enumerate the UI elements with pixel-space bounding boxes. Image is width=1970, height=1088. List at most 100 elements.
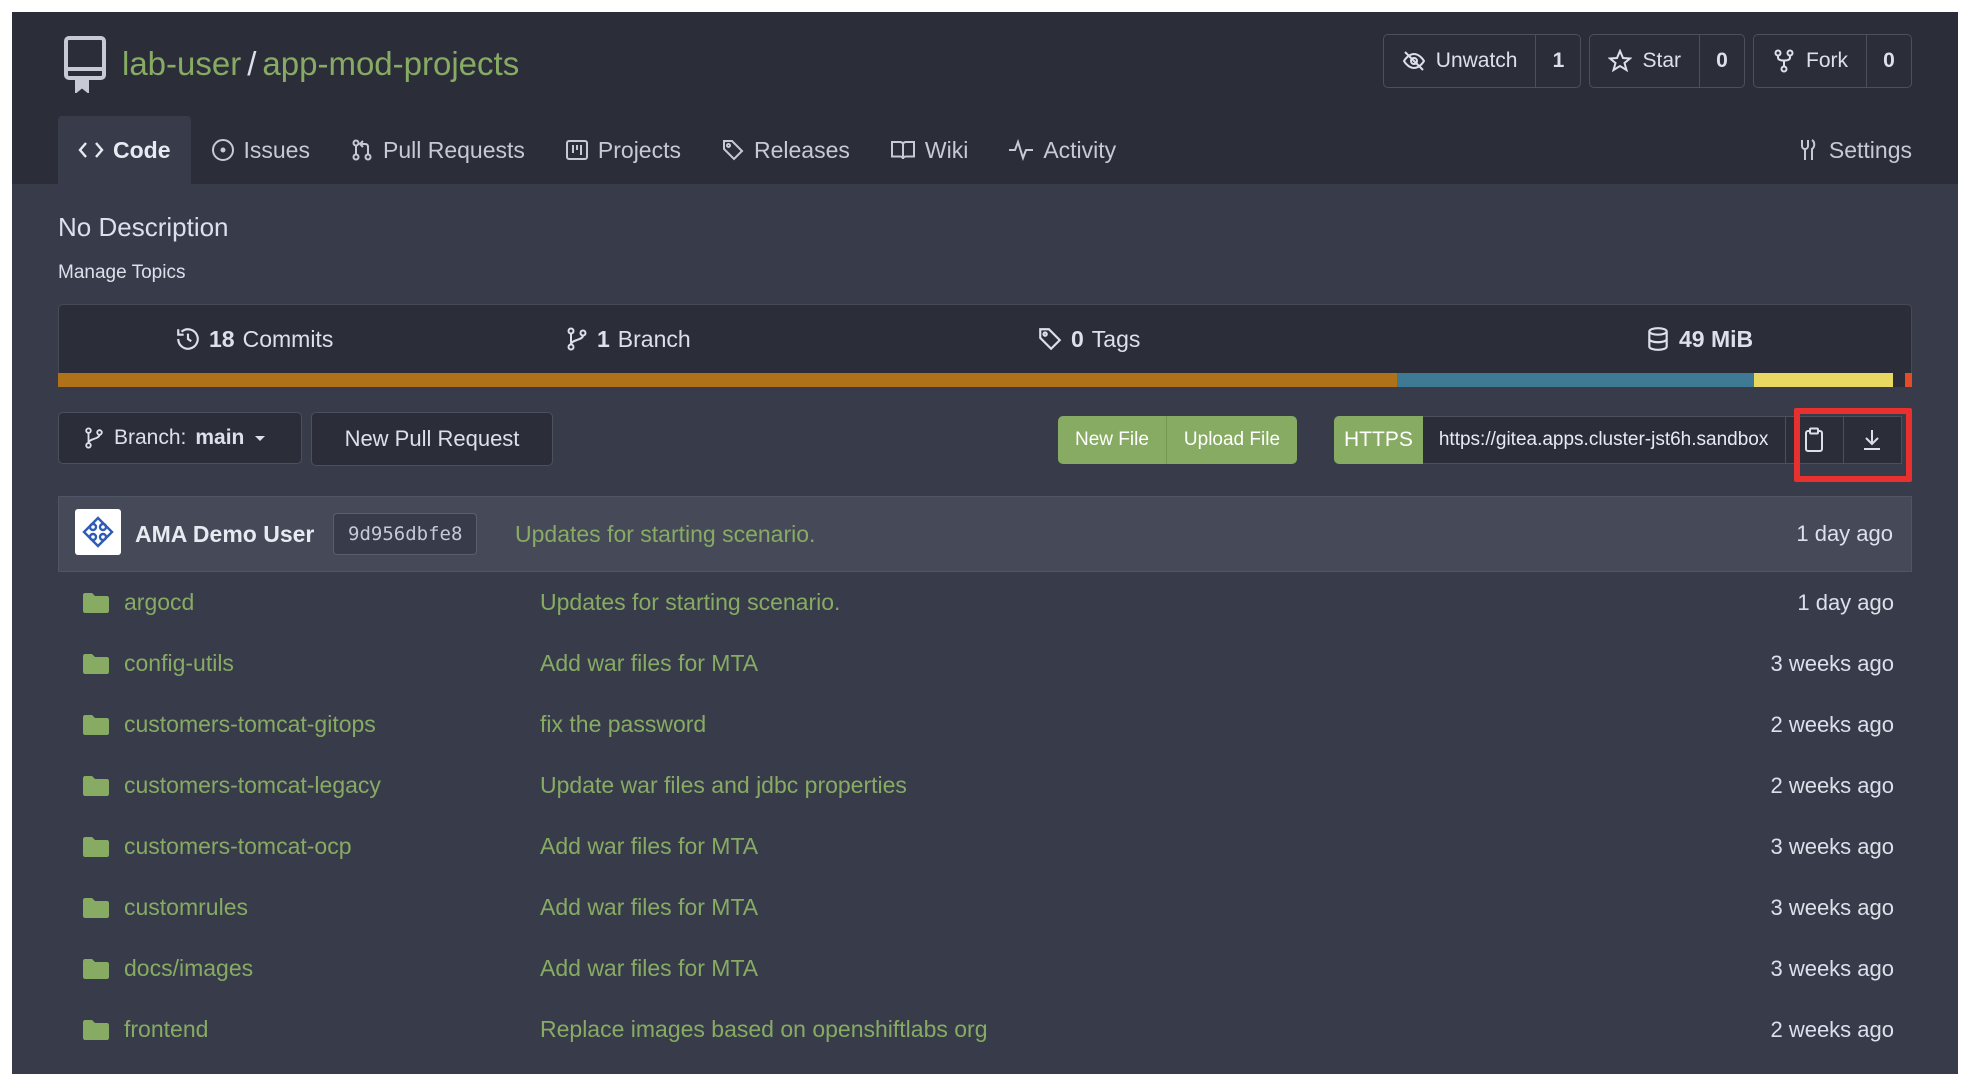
- tab-label: Projects: [597, 136, 681, 163]
- tab-code[interactable]: Code: [58, 116, 191, 184]
- file-name-link[interactable]: frontend: [82, 1016, 208, 1043]
- tab-activity[interactable]: Activity: [988, 116, 1136, 184]
- folder-icon: [82, 714, 110, 736]
- folder-icon: [82, 836, 110, 858]
- issue-icon: [211, 138, 235, 162]
- repo-owner-link[interactable]: lab-user: [122, 45, 241, 83]
- watch-count[interactable]: 1: [1536, 35, 1580, 87]
- commit-message[interactable]: Updates for starting scenario.: [515, 521, 815, 548]
- file-commit-time: 3 weeks ago: [1770, 833, 1894, 859]
- tab-label: Activity: [1043, 136, 1117, 163]
- pull-request-icon: [350, 138, 374, 162]
- repo-title: lab-user / app-mod-projects: [62, 34, 519, 94]
- star-label: Star: [1642, 49, 1681, 72]
- file-commit-time: 3 weeks ago: [1770, 955, 1894, 981]
- star-count[interactable]: 0: [1700, 35, 1744, 87]
- repo-name-link[interactable]: app-mod-projects: [262, 45, 519, 83]
- branch-dropdown[interactable]: Branch: main: [58, 412, 302, 464]
- repo-actions: Unwatch 1 Star 0 Fork 0: [1382, 34, 1912, 88]
- commit-author[interactable]: AMA Demo User: [135, 521, 314, 548]
- file-name: customrules: [124, 894, 248, 920]
- file-commit-message[interactable]: Add war files for MTA: [540, 650, 758, 677]
- file-commit-time: 2 weeks ago: [1770, 772, 1894, 798]
- file-commit-message[interactable]: Add war files for MTA: [540, 955, 758, 982]
- table-row: customers-tomcat-legacy Update war files…: [58, 755, 1912, 816]
- star-icon: [1608, 49, 1633, 73]
- table-row: docs/images Add war files for MTA 3 week…: [58, 938, 1912, 999]
- folder-icon: [82, 653, 110, 675]
- table-row: customers-tomcat-gitops fix the password…: [58, 694, 1912, 755]
- clone-url-input[interactable]: https://gitea.apps.cluster-jst6h.sandbox: [1422, 416, 1786, 464]
- tab-projects[interactable]: Projects: [545, 116, 701, 184]
- file-name-link[interactable]: customers-tomcat-gitops: [82, 711, 376, 738]
- repo-description: No Description: [58, 212, 229, 242]
- repo-icon: [62, 35, 108, 93]
- language-segment-2[interactable]: [1754, 373, 1894, 387]
- file-commit-message[interactable]: Update war files and jdbc properties: [540, 772, 907, 799]
- language-segment-3[interactable]: [1893, 373, 1905, 387]
- file-commit-time: 3 weeks ago: [1770, 650, 1894, 676]
- file-name-link[interactable]: customrules: [82, 894, 248, 921]
- language-bar[interactable]: [58, 373, 1912, 387]
- language-segment-0[interactable]: [58, 373, 1397, 387]
- tab-wiki[interactable]: Wiki: [870, 116, 988, 184]
- branches-count: 1: [597, 325, 610, 352]
- commits-count: 18: [209, 325, 235, 352]
- file-commit-message[interactable]: Add war files for MTA: [540, 833, 758, 860]
- project-icon: [565, 138, 589, 162]
- file-name-link[interactable]: argocd: [82, 589, 194, 616]
- watch-button-group: Unwatch 1: [1382, 34, 1582, 88]
- language-segment-4[interactable]: [1904, 373, 1912, 387]
- file-commit-message[interactable]: Replace images based on openshiftlabs or…: [540, 1016, 988, 1043]
- file-name: customers-tomcat-gitops: [124, 711, 376, 737]
- folder-icon: [82, 958, 110, 980]
- tools-icon: [1796, 138, 1820, 162]
- tab-issues[interactable]: Issues: [191, 116, 330, 184]
- branch-prefix: Branch:: [114, 426, 187, 449]
- branch-icon: [565, 326, 589, 352]
- https-button[interactable]: HTTPS: [1334, 416, 1423, 464]
- table-row: argocd Updates for starting scenario. 1 …: [58, 572, 1912, 633]
- file-name-link[interactable]: customers-tomcat-ocp: [82, 833, 352, 860]
- file-commit-message[interactable]: fix the password: [540, 711, 706, 738]
- tab-pull-requests[interactable]: Pull Requests: [330, 116, 545, 184]
- latest-commit-bar: AMA Demo User 9d956dbfe8 Updates for sta…: [58, 496, 1912, 572]
- fork-button[interactable]: Fork: [1754, 35, 1867, 87]
- code-icon: [78, 139, 104, 161]
- app-window: lab-user / app-mod-projects Unwatch 1 St…: [12, 12, 1958, 1074]
- folder-icon: [82, 1019, 110, 1041]
- book-icon: [890, 138, 916, 162]
- file-commit-time: 3 weeks ago: [1770, 894, 1894, 920]
- tab-label: Releases: [754, 136, 850, 163]
- file-name: frontend: [124, 1016, 209, 1042]
- unwatch-button[interactable]: Unwatch: [1384, 35, 1537, 87]
- repo-tabs: Code Issues Pull Requests Projects Relea…: [58, 116, 1136, 184]
- upload-file-button[interactable]: Upload File: [1165, 416, 1298, 464]
- language-segment-1[interactable]: [1396, 373, 1755, 387]
- tags-stat[interactable]: 0 Tags: [1037, 305, 1140, 373]
- fork-button-group: Fork 0: [1753, 34, 1912, 88]
- tab-settings[interactable]: Settings: [1796, 116, 1912, 184]
- commit-sha[interactable]: 9d956dbfe8: [333, 513, 478, 555]
- manage-topics-link[interactable]: Manage Topics: [58, 262, 185, 284]
- tab-label: Pull Requests: [382, 136, 525, 163]
- new-file-button[interactable]: New File: [1058, 416, 1166, 464]
- pulse-icon: [1008, 138, 1034, 162]
- commits-stat[interactable]: 18 Commits: [175, 305, 333, 373]
- file-name-link[interactable]: customers-tomcat-legacy: [82, 772, 381, 799]
- file-commit-message[interactable]: Add war files for MTA: [540, 894, 758, 921]
- table-row: customers-tomcat-ocp Add war files for M…: [58, 816, 1912, 877]
- new-pull-request-button[interactable]: New Pull Request: [311, 412, 553, 466]
- branches-stat[interactable]: 1 Branch: [565, 305, 691, 373]
- repo-size: 49 MiB: [1679, 325, 1754, 352]
- avatar[interactable]: [75, 509, 121, 555]
- branch-icon: [83, 426, 105, 450]
- file-name-link[interactable]: config-utils: [82, 650, 234, 677]
- file-commit-message[interactable]: Updates for starting scenario.: [540, 589, 840, 616]
- file-name-link[interactable]: docs/images: [82, 955, 253, 982]
- tag-icon: [1037, 326, 1063, 352]
- commit-time: 1 day ago: [1796, 521, 1893, 546]
- fork-count[interactable]: 0: [1867, 35, 1911, 87]
- tab-releases[interactable]: Releases: [701, 116, 870, 184]
- star-button[interactable]: Star: [1590, 35, 1700, 87]
